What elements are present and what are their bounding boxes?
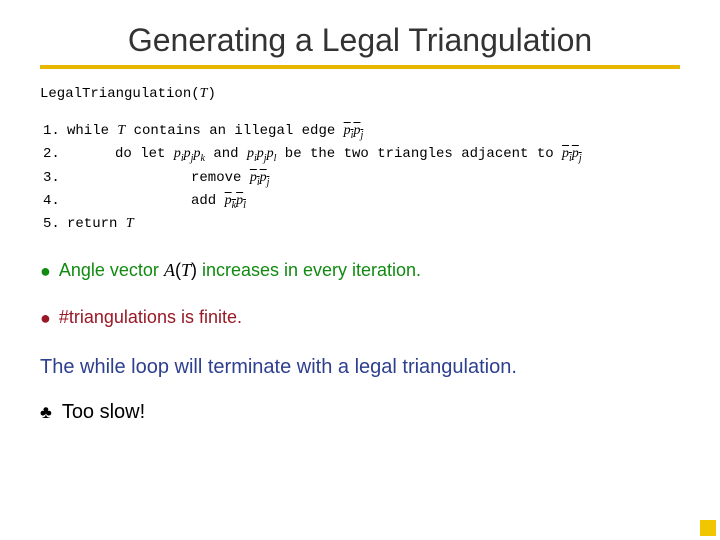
termination-statement: The while loop will terminate with a leg…	[40, 356, 680, 379]
algo-line-5: 5. return T	[40, 213, 585, 236]
algo-line-2: 2. do let pipjpk and pipjpl be the two t…	[40, 143, 585, 166]
algorithm-header: LegalTriangulation(T)	[40, 83, 680, 106]
tri1: pipjpk	[174, 146, 205, 161]
line-number: 5.	[40, 213, 64, 236]
too-slow-line: ♣ Too slow!	[40, 401, 680, 424]
edge-pipj: pipj	[344, 123, 364, 139]
edge-pipj-3: pipj	[250, 170, 270, 186]
line-number: 3.	[40, 167, 64, 190]
bullet-angle-text: Angle vector A(T) increases in every ite…	[59, 260, 421, 281]
edge-pipj-2: pipj	[562, 146, 582, 162]
line-number: 4.	[40, 190, 64, 213]
kw-add: add	[191, 193, 216, 209]
algo-line-3: 3. remove pipj	[40, 167, 585, 190]
algo-line-4: 4. add pkpl	[40, 190, 585, 213]
bullet-angle: ● Angle vector A(T) increases in every i…	[40, 260, 680, 281]
club-icon: ♣	[40, 402, 52, 423]
line-number: 1.	[40, 120, 64, 143]
too-slow-text: Too slow!	[62, 401, 145, 424]
algo-line-1: 1. while T contains an illegal edge pipj	[40, 120, 585, 143]
bullet-list: ● Angle vector A(T) increases in every i…	[40, 260, 680, 328]
tri2: pipjpl	[247, 146, 276, 161]
title-rule	[40, 65, 680, 69]
bullet-icon: ●	[40, 262, 51, 280]
kw-return: return	[67, 216, 117, 232]
angle-post: increases in every iteration.	[197, 260, 421, 280]
slide: Generating a Legal Triangulation LegalTr…	[0, 0, 720, 540]
corner-square-icon	[700, 520, 716, 536]
text-contains: contains an illegal edge	[125, 123, 343, 139]
angle-T: T	[181, 260, 191, 280]
algo-name: LegalTriangulation	[40, 86, 191, 102]
kw-dolet: do let	[115, 146, 165, 162]
bullet-finite-text: #triangulations is finite.	[59, 307, 242, 328]
slide-title: Generating a Legal Triangulation	[40, 22, 680, 59]
edge-pkpl: pkpl	[225, 193, 246, 209]
bullet-icon: ●	[40, 309, 51, 327]
text-tail: be the two triangles adjacent to	[276, 146, 562, 162]
algorithm-lines: 1. while T contains an illegal edge pipj…	[40, 120, 585, 236]
algo-arg: T	[200, 86, 208, 101]
angle-A: A	[164, 260, 175, 280]
text-and: and	[205, 146, 247, 162]
angle-pre: Angle vector	[59, 260, 164, 280]
bullet-finite: ● #triangulations is finite.	[40, 307, 680, 328]
kw-remove: remove	[191, 170, 241, 186]
line-number: 2.	[40, 143, 64, 166]
algorithm-block: LegalTriangulation(T) 1. while T contain…	[40, 83, 680, 236]
var-T-2: T	[126, 216, 134, 231]
kw-while: while	[67, 123, 109, 139]
